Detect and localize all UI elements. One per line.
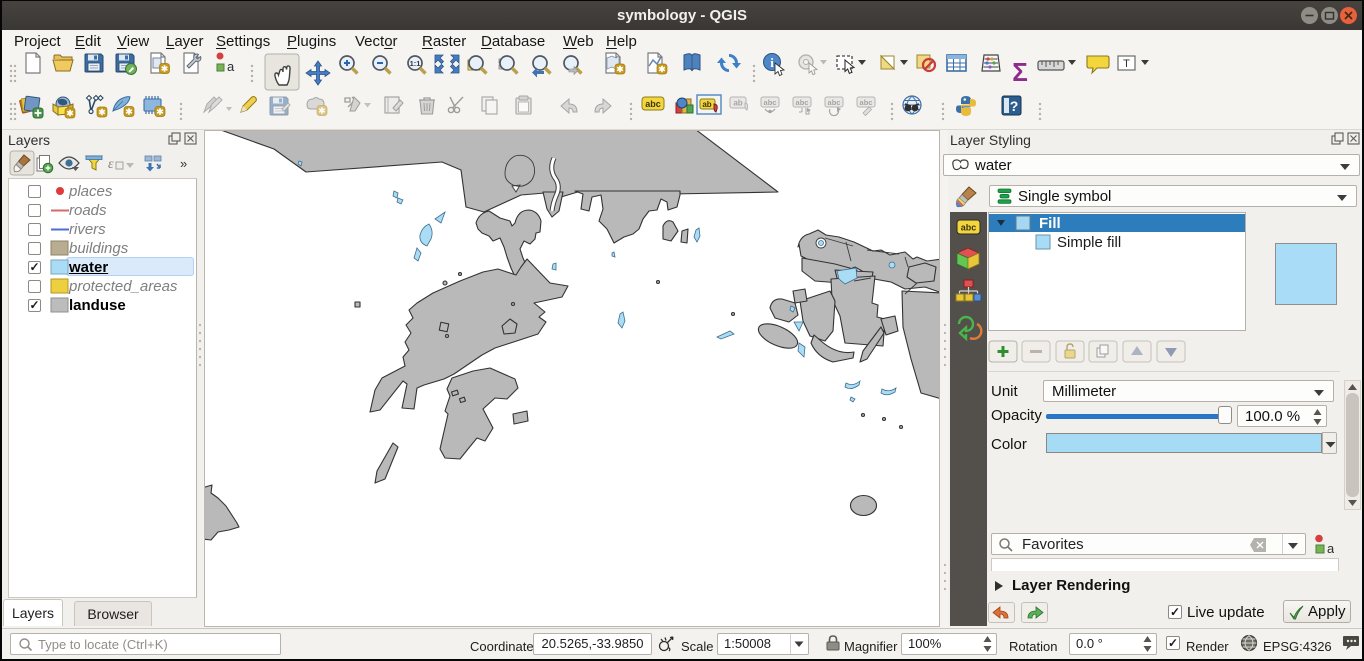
svg-text:1:1: 1:1 (410, 59, 421, 68)
svg-text:abc: abc (828, 98, 841, 107)
svg-text:ab: ab (702, 100, 711, 109)
svg-text:Σ: Σ (1012, 57, 1028, 87)
svg-text:abc: abc (961, 223, 977, 233)
svg-text:ε: ε (108, 157, 114, 172)
svg-text:i: i (770, 55, 774, 70)
svg-text:abc: abc (860, 98, 873, 107)
svg-text:»: » (180, 156, 187, 171)
svg-text:?: ? (1010, 98, 1019, 114)
svg-text:Fill: Fill (1039, 215, 1061, 232)
svg-text:abc: abc (796, 98, 809, 107)
svg-text:ab: ab (733, 99, 742, 108)
svg-text:a: a (1327, 541, 1334, 554)
svg-text:Simple fill: Simple fill (1057, 234, 1121, 251)
svg-text:T: T (1123, 58, 1130, 70)
svg-text:abc: abc (764, 98, 777, 107)
svg-text:a: a (227, 59, 235, 74)
